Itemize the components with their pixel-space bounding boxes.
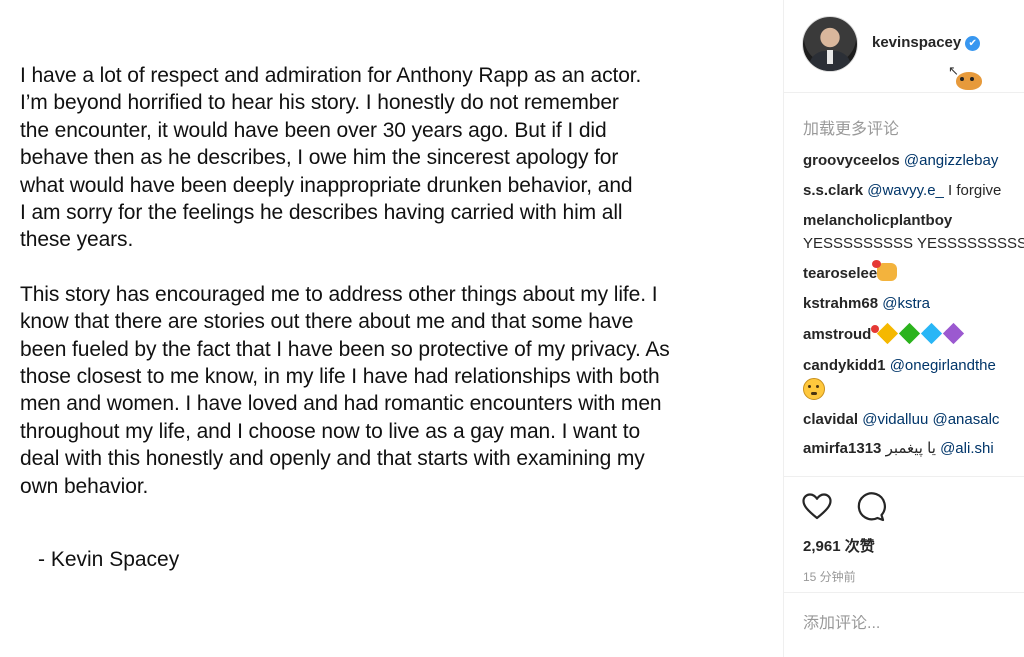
add-comment-section — [784, 592, 1024, 657]
comment-username[interactable]: amirfa1313 — [803, 440, 881, 457]
statement-signature: - Kevin Spacey — [38, 548, 180, 571]
instagram-post-view: I have a lot of respect and admiration f… — [0, 0, 1024, 657]
verified-badge-icon: ✔ — [965, 36, 981, 51]
comment-item: amirfa1313 یا پیغمبر @ali.shi — [803, 437, 1024, 460]
comment-emoji-line — [803, 378, 1024, 403]
comment-username[interactable]: groovyceelos — [803, 152, 900, 169]
pet-icon — [956, 72, 982, 90]
comment-item: melancholicplantboy YESSSSSSSSS YESSSSSS… — [803, 209, 1024, 255]
post-image[interactable]: I have a lot of respect and admiration f… — [0, 0, 783, 657]
comment-mention[interactable]: @vidalluu @anasalc — [862, 411, 999, 428]
comment-username[interactable]: clavidal — [803, 411, 858, 428]
username-link[interactable]: kevinspacey ✔ — [872, 34, 981, 51]
comment-mention[interactable]: @angizzlebay — [904, 152, 998, 169]
avatar-shirt — [827, 50, 833, 64]
flushed-face-emoji — [803, 378, 825, 400]
comment-username[interactable]: candykidd1 — [803, 357, 886, 374]
comment-text: YESSSSSSSSS YESSSSSSSSS — [803, 235, 1024, 252]
comment-username[interactable]: tearoselee — [803, 265, 877, 282]
comment-username[interactable]: kstrahm68 — [803, 295, 878, 312]
post-header: kevinspacey ✔ ↖ — [802, 14, 1024, 90]
comment-text: یا پیغمبر — [881, 440, 941, 457]
comment-item: amstroud — [803, 322, 1024, 346]
comments-list[interactable]: 加载更多评论 groovyceelos @angizzlebay s.s.cla… — [784, 92, 1024, 477]
comment-mention[interactable]: @kstra — [882, 295, 930, 312]
comment-username[interactable]: melancholicplantboy — [803, 212, 952, 229]
comment-text: I forgive — [943, 182, 1002, 199]
comment-mention[interactable]: @wavyy.e_ — [867, 182, 944, 199]
heart-outline-icon[interactable] — [801, 491, 833, 523]
post-timestamp[interactable]: 15 分钟前 — [803, 568, 856, 585]
blue-heart-emoji — [921, 322, 943, 345]
comment-item: tearoselee — [803, 260, 1024, 285]
load-more-comments-button[interactable]: 加载更多评论 — [803, 115, 899, 139]
comment-item: kstrahm68 @kstra — [803, 292, 1024, 315]
comment-item: clavidal @vidalluu @anasalc — [803, 408, 1024, 431]
comment-item: s.s.clark @wavyy.e_ I forgive — [803, 179, 1024, 202]
yellow-heart-emoji — [877, 322, 899, 345]
purple-heart-emoji — [943, 322, 965, 345]
likes-count[interactable]: 2,961 次赞 — [803, 535, 875, 556]
post-side-panel: kevinspacey ✔ ↖ 加载更多评论 groovyceelos @angi… — [783, 0, 1024, 657]
comment-mention[interactable]: @onegirlandthe — [890, 357, 996, 374]
comment-item: groovyceelos @angizzlebay — [803, 149, 1024, 172]
green-heart-emoji — [899, 322, 921, 345]
raised-hands-with-heart-emoji — [872, 260, 898, 281]
comment-username[interactable]: s.s.clark — [803, 182, 863, 199]
add-comment-input[interactable] — [803, 615, 1013, 633]
comment-mention[interactable]: @ali.shi — [940, 440, 994, 457]
statement-text: I have a lot of respect and admiration f… — [20, 62, 770, 500]
comment-item: candykidd1 @onegirlandthe — [803, 354, 1024, 377]
speech-bubble-icon[interactable] — [854, 491, 886, 523]
avatar[interactable] — [802, 16, 858, 72]
statement-paragraph-1: I have a lot of respect and admiration f… — [20, 64, 642, 252]
post-actions: 2,961 次赞 15 分钟前 — [784, 476, 1024, 593]
statement-paragraph-2: This story has encouraged me to address … — [20, 282, 670, 498]
username-label: kevinspacey — [872, 34, 962, 51]
comment-username[interactable]: amstroud — [803, 326, 871, 343]
